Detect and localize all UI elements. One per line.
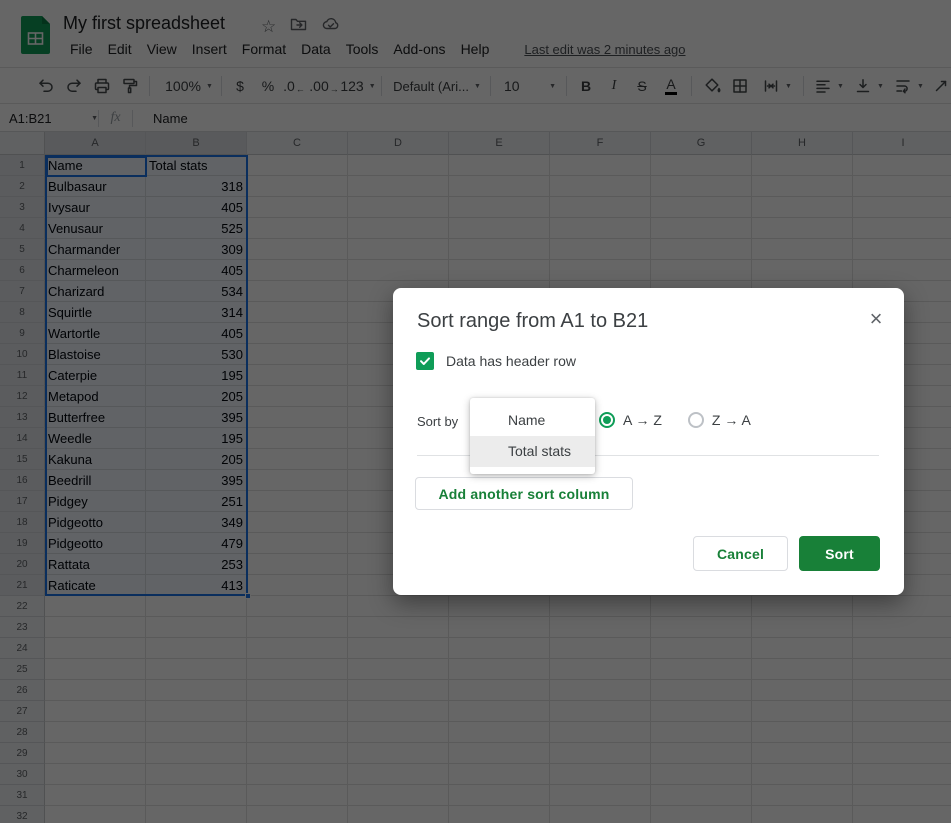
add-sort-column-button[interactable]: Add another sort column <box>415 477 633 510</box>
sort-button[interactable]: Sort <box>799 536 880 571</box>
radio-a-to-z[interactable] <box>599 412 615 428</box>
cancel-button[interactable]: Cancel <box>693 536 788 571</box>
sort-range-dialog: Sort range from A1 to B21 × Data has hea… <box>393 288 904 595</box>
radio-z-to-a[interactable] <box>688 412 704 428</box>
header-row-checkbox[interactable] <box>416 352 434 370</box>
radio-z-to-a-label[interactable]: Z → A <box>712 412 751 428</box>
close-icon[interactable]: × <box>864 307 888 331</box>
radio-a-to-z-label[interactable]: A → Z <box>623 412 662 428</box>
dropdown-option-name[interactable]: Name <box>470 405 595 436</box>
dialog-title: Sort range from A1 to B21 <box>417 310 648 333</box>
dropdown-option-total-stats[interactable]: Total stats <box>470 436 595 467</box>
header-row-checkbox-label[interactable]: Data has header row <box>446 353 576 369</box>
sort-by-label: Sort by <box>417 414 458 429</box>
google-sheets-window: My first spreadsheet ☆ Last edit was 2 m… <box>0 0 951 823</box>
sort-column-dropdown-menu: NameTotal stats <box>470 398 595 474</box>
